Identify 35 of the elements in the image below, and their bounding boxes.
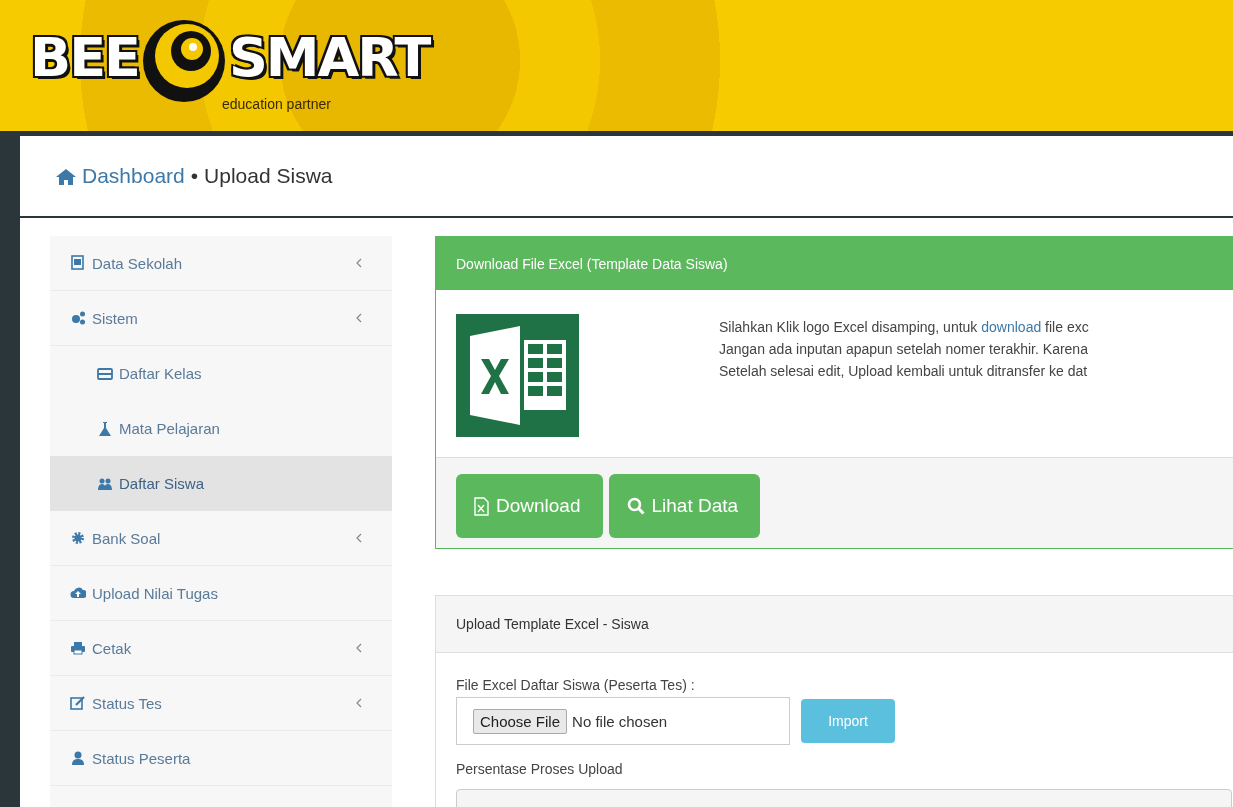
chevron-left-icon bbox=[356, 643, 362, 653]
chevron-left-icon bbox=[356, 533, 362, 543]
chevron-left-icon bbox=[356, 258, 362, 268]
breadcrumb-separator: • bbox=[190, 164, 199, 188]
instruction-text: Jangan ada inputan apapun setelah nomer terakhir. Karena bbox=[719, 340, 1089, 359]
user-icon bbox=[70, 750, 86, 766]
instruction-text: Setelah selesai edit, Upload kembali untuk ditransfer ke dat bbox=[719, 362, 1089, 381]
dashboard-link[interactable]: Dashboard bbox=[82, 164, 185, 188]
school-icon bbox=[70, 255, 86, 271]
home-icon bbox=[56, 167, 76, 185]
field-label: File Excel Daftar Siswa (Peserta Tes) : bbox=[456, 677, 696, 693]
sidebar-item[interactable]: Daftar Siswa bbox=[50, 456, 392, 511]
brand-text: BEE bbox=[30, 25, 139, 91]
card-icon bbox=[97, 365, 113, 382]
chevron-left-icon bbox=[356, 313, 362, 323]
edit-icon bbox=[70, 695, 86, 711]
brand-text: SMART bbox=[228, 25, 430, 91]
excel-logo-icon[interactable] bbox=[456, 314, 579, 437]
download-link[interactable]: download bbox=[981, 319, 1042, 335]
chevron-left-icon bbox=[356, 698, 362, 708]
file-excel-icon bbox=[474, 496, 489, 516]
cloud-upload-icon bbox=[70, 585, 86, 601]
flask-icon bbox=[97, 420, 113, 437]
gear-icon bbox=[70, 530, 86, 546]
tagline: education partner bbox=[222, 96, 331, 112]
instruction-text: Silahkan Klik logo Excel disamping, untuk download file exc bbox=[719, 318, 1089, 337]
progress-label: Persentase Proses Upload bbox=[456, 761, 624, 777]
panel-header: Upload Template Excel - Siswa bbox=[436, 596, 1233, 653]
view-data-button[interactable]: Lihat Data bbox=[608, 474, 761, 538]
printer-icon bbox=[70, 640, 86, 656]
search-icon bbox=[626, 497, 645, 515]
download-button[interactable]: Download bbox=[456, 474, 603, 538]
breadcrumb-current: Upload Siswa bbox=[204, 164, 333, 188]
panel-header: Download File Excel (Template Data Siswa) bbox=[436, 237, 1233, 290]
file-input[interactable]: Choose File No file chosen bbox=[456, 697, 790, 745]
